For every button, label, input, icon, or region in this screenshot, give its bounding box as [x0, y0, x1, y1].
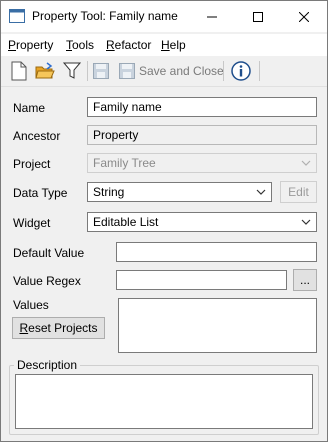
widget-label: Widget [13, 216, 51, 230]
values-label: Values [13, 298, 49, 312]
menu-help[interactable]: Help [161, 38, 186, 52]
menu-property-label: roperty [16, 38, 54, 52]
description-label: Description [14, 358, 81, 372]
save-button[interactable] [90, 60, 112, 82]
name-input[interactable]: Family name [87, 97, 317, 117]
ancestor-label: Ancestor [13, 129, 61, 143]
toolbar: Save and Close [1, 56, 327, 87]
ancestor-field: Property [87, 125, 317, 145]
values-list[interactable] [118, 298, 317, 353]
window-title: Property Tool: Family name [32, 9, 178, 23]
new-button[interactable] [8, 60, 30, 82]
menu-bar: Property Tools Refactor Help [1, 34, 327, 56]
minimize-button[interactable] [189, 1, 235, 32]
data-type-label: Data Type [13, 186, 68, 200]
save-and-close-icon-button[interactable] [116, 60, 138, 82]
menu-property[interactable]: Property [8, 38, 53, 52]
filter-icon [63, 62, 81, 79]
reset-projects-button[interactable]: Reset Projects [12, 317, 105, 339]
filter-button[interactable] [61, 60, 83, 82]
regex-browse-button[interactable]: ... [293, 269, 317, 291]
new-document-icon [11, 61, 27, 81]
property-tool-window: Property Tool: Family name Property Tool… [0, 0, 328, 442]
menu-help-mnemonic: H [161, 38, 170, 52]
chevron-down-icon [301, 219, 311, 225]
menu-tools-label: ools [72, 38, 95, 52]
menu-help-label: elp [169, 38, 186, 52]
close-button[interactable] [281, 1, 327, 32]
open-folder-icon [35, 62, 55, 79]
value-regex-input[interactable] [116, 270, 287, 290]
save-and-close-button[interactable]: Save and Close [139, 64, 224, 78]
default-value-label: Default Value [13, 246, 85, 260]
widget-select[interactable]: Editable List [87, 212, 317, 232]
title-bar: Property Tool: Family name [1, 1, 327, 32]
maximize-button[interactable] [235, 1, 281, 32]
toolbar-separator [87, 61, 88, 81]
toolbar-separator [259, 61, 260, 81]
app-window-icon [9, 9, 25, 23]
toolbar-separator [223, 61, 224, 81]
project-label: Project [13, 157, 51, 171]
reset-projects-mnemonic: R [19, 321, 29, 335]
data-type-value: String [93, 185, 125, 199]
open-button[interactable] [34, 60, 56, 82]
default-value-input[interactable] [116, 242, 317, 262]
chevron-down-icon [301, 160, 311, 166]
menu-refactor-mnemonic: R [106, 38, 115, 52]
description-textarea[interactable] [15, 374, 313, 429]
menu-property-mnemonic: P [8, 38, 17, 52]
save-icon [93, 63, 109, 79]
project-select: Family Tree [87, 153, 317, 173]
menu-tools[interactable]: Tools [66, 38, 94, 52]
save-and-close-icon [119, 63, 135, 79]
minimize-icon [207, 16, 217, 17]
value-regex-label: Value Regex [13, 274, 81, 288]
chevron-down-icon [256, 189, 266, 195]
edit-button[interactable]: Edit [280, 181, 317, 203]
info-button[interactable] [230, 60, 252, 82]
menu-refactor-label: efactor [114, 38, 152, 52]
info-icon [231, 61, 251, 81]
widget-value: Editable List [93, 215, 159, 229]
close-icon [299, 11, 309, 22]
name-label: Name [13, 101, 46, 115]
project-value: Family Tree [93, 156, 156, 170]
reset-projects-label: eset Projects [28, 321, 98, 335]
menu-refactor[interactable]: Refactor [106, 38, 151, 52]
maximize-icon [253, 11, 263, 22]
data-type-select[interactable]: String [87, 182, 272, 202]
